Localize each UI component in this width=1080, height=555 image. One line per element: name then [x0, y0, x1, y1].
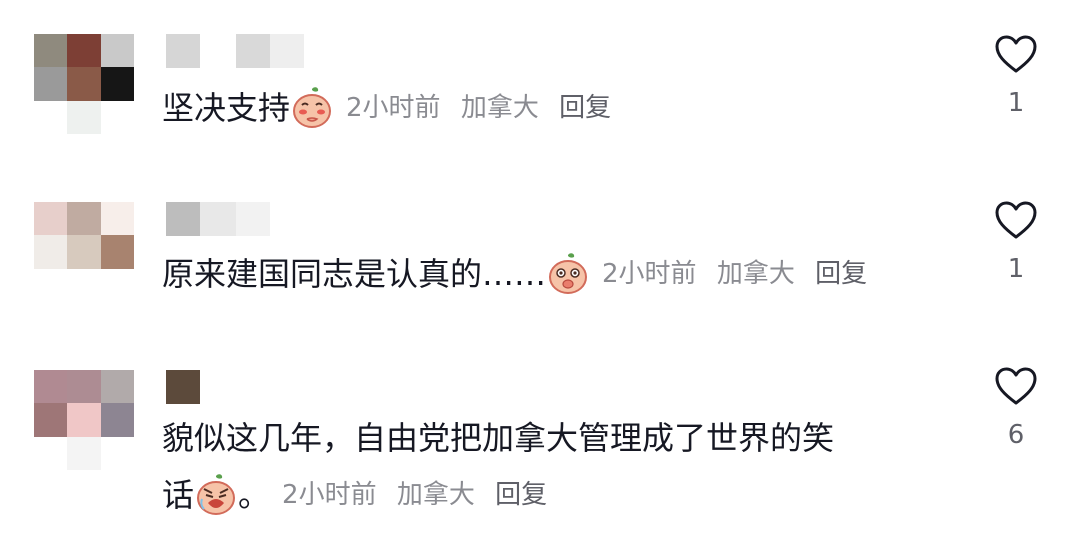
avatar-pixel: [100, 403, 134, 437]
comment-time: 2小时前: [346, 93, 441, 123]
surprised-peach-emoji-icon: [549, 253, 588, 294]
comment-punctuation: 。: [238, 476, 271, 514]
reply-button[interactable]: 回复: [815, 259, 867, 289]
username[interactable]: [166, 370, 236, 404]
comment-text-line: 坚决支持 2小时前 加拿大 回复: [162, 86, 623, 130]
comment-time: 2小时前: [282, 480, 377, 510]
avatar-pixel: [34, 34, 68, 68]
avatar-pixel: [67, 370, 101, 404]
avatar-pixel: [67, 202, 101, 236]
avatar-pixel: [100, 67, 134, 101]
comment-text-line: 话 。 2小时前 加拿大 回复: [162, 473, 559, 517]
username-pixel: [166, 370, 200, 404]
avatar-pixel: [34, 100, 68, 134]
like-group: 1: [990, 200, 1042, 284]
avatar-pixel: [100, 235, 134, 269]
shy-peach-emoji-icon: [293, 87, 332, 128]
comment-location: 加拿大: [716, 259, 795, 289]
comment-text: 原来建国同志是认真的……: [162, 255, 547, 293]
comment-meta: 2小时前 加拿大 回复: [346, 86, 623, 130]
avatar-pixel: [100, 34, 134, 68]
avatar-pixel: [34, 67, 68, 101]
avatar-pixel: [34, 436, 68, 470]
username-pixel: [200, 370, 236, 404]
avatar[interactable]: [34, 202, 134, 302]
username-pixel: [200, 202, 236, 236]
comment-text: 貌似这几年，自由党把加拿大管理成了世界的笑: [162, 419, 835, 457]
username-pixel: [166, 202, 200, 236]
avatar-pixel: [100, 202, 134, 236]
heart-icon[interactable]: [994, 34, 1038, 74]
reply-button[interactable]: 回复: [559, 93, 611, 123]
comment-text-line: 原来建国同志是认真的…… 2小时前 加拿大 回复: [162, 252, 879, 296]
username-pixel: [270, 34, 304, 68]
avatar-pixel: [34, 235, 68, 269]
heart-icon[interactable]: [994, 366, 1038, 406]
avatar-pixel: [100, 436, 134, 470]
avatar-pixel: [100, 100, 134, 134]
crying-peach-emoji-icon: [197, 474, 236, 515]
avatar-pixel: [67, 67, 101, 101]
avatar-pixel: [100, 370, 134, 404]
comment-text: 坚决支持: [162, 89, 291, 127]
avatar-pixel: [67, 403, 101, 437]
avatar-pixel: [34, 268, 68, 302]
username[interactable]: [166, 202, 270, 236]
comment-time: 2小时前: [602, 259, 697, 289]
avatar-pixel: [67, 268, 101, 302]
avatar-pixel: [34, 202, 68, 236]
avatar[interactable]: [34, 34, 134, 134]
avatar-pixel: [34, 370, 68, 404]
like-count: 1: [1007, 88, 1025, 118]
username-pixel: [200, 34, 236, 68]
comment-meta: 2小时前 加拿大 回复: [602, 252, 879, 296]
like-group: 1: [990, 34, 1042, 118]
comment-location: 加拿大: [460, 93, 539, 123]
heart-icon[interactable]: [994, 200, 1038, 240]
username-pixel: [236, 202, 270, 236]
like-group: 6: [990, 366, 1042, 450]
avatar[interactable]: [34, 370, 134, 470]
comment-text-continued: 话: [162, 476, 195, 514]
comment-location: 加拿大: [396, 480, 475, 510]
comment-text-line: 貌似这几年，自由党把加拿大管理成了世界的笑: [162, 416, 834, 460]
avatar-pixel: [67, 100, 101, 134]
avatar-pixel: [67, 235, 101, 269]
like-count: 6: [1007, 420, 1025, 450]
reply-button[interactable]: 回复: [495, 480, 547, 510]
avatar-pixel: [100, 268, 134, 302]
avatar-pixel: [67, 436, 101, 470]
avatar-pixel: [67, 34, 101, 68]
avatar-pixel: [34, 403, 68, 437]
comment-meta: 2小时前 加拿大 回复: [282, 473, 559, 517]
username-pixel: [236, 34, 270, 68]
username[interactable]: [166, 34, 304, 68]
username-pixel: [166, 34, 200, 68]
like-count: 1: [1007, 254, 1025, 284]
